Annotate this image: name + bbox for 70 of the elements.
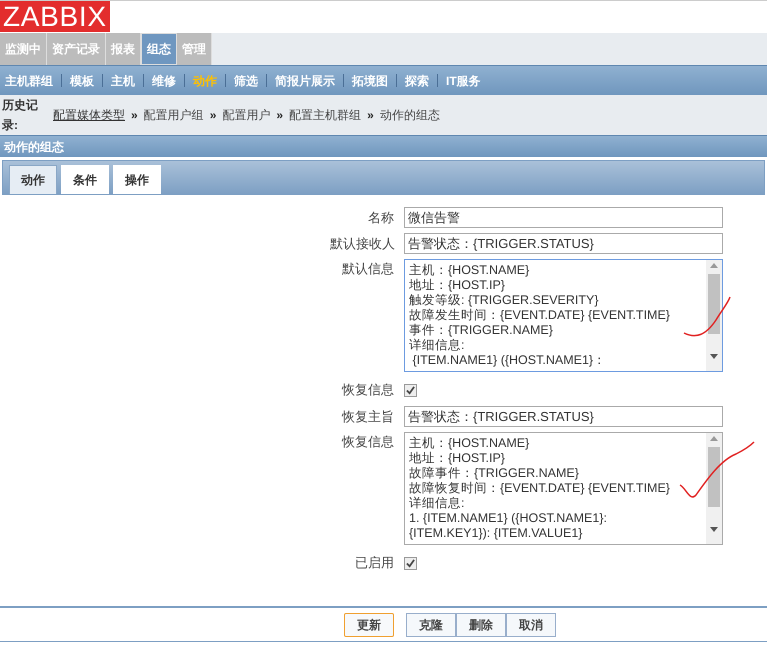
tab[interactable]: 操作 <box>113 165 161 194</box>
main-menu-tab[interactable]: 资产记录 <box>47 33 106 65</box>
breadcrumb-separator: » <box>276 107 284 124</box>
field-label: 已启用 <box>354 554 394 572</box>
text-area-line: 主机：{HOST.NAME} <box>409 436 530 451</box>
action-button[interactable]: 删除 <box>456 612 506 636</box>
main-menu-tab[interactable]: 监测中 <box>0 33 47 65</box>
breadcrumb-item: 配置主机群组 <box>289 107 362 124</box>
history-label: 历史记录: <box>2 97 39 134</box>
text-area-line: {ITEM.KEY1}): {ITEM.VALUE1} <box>409 526 584 541</box>
text-area-line: 事件：{TRIGGER.NAME} <box>409 323 554 338</box>
main-menu-tab[interactable]: 报表 <box>106 33 141 65</box>
text-area-line: 主机：{HOST.NAME} <box>409 263 530 278</box>
breadcrumb-link[interactable]: 配置媒体类型 <box>53 106 125 124</box>
breadcrumb-separator: » <box>210 107 216 124</box>
field-label: 默认接收人 <box>330 234 394 253</box>
text-area-line: 触发等级: {TRIGGER.SEVERITY} <box>409 293 600 308</box>
field-label: 恢复信息 <box>340 433 394 451</box>
sub-menu-link[interactable]: IT服务 <box>446 72 481 90</box>
sub-menu-link[interactable]: 探索 <box>405 72 429 90</box>
section-title: 动作的组态 <box>4 138 64 156</box>
text-area-line: 1. {ITEM.NAME1} ({HOST.NAME1}: <box>409 511 608 526</box>
breadcrumb-separator: » <box>367 107 374 124</box>
logo: ZABBIX <box>0 1 110 32</box>
text-area-line: 详细信息: <box>409 338 466 353</box>
sub-menu-link[interactable]: 主机群组 <box>5 72 53 90</box>
sub-menu-link[interactable]: 拓境图 <box>352 72 388 90</box>
text-area-line: {ITEM.NAME1} ({HOST.NAME1}： <box>411 353 608 368</box>
sub-menu-link[interactable]: 主机 <box>111 72 135 90</box>
scrollbar-thumb[interactable] <box>708 274 720 334</box>
field-label: 默认信息 <box>341 260 394 278</box>
tab[interactable]: 动作 <box>9 165 57 194</box>
text-area[interactable]: 主机：{HOST.NAME} 地址：{HOST.IP} 故障事件：{TRIGGER.NAME} 故障恢复时间：{EVENT.DATE} {EVENT.TIME} 详细信息: 1. {ITEM.NAME1} ({HOST.NAME1}: {ITEM.KEY1}): {ITEM.VALUE1} <box>404 432 723 545</box>
text-area-line: 故障事件：{TRIGGER.NAME} <box>409 466 580 481</box>
main-menu-tab[interactable]: 管理 <box>177 33 212 65</box>
breadcrumb-item: 配置用户 <box>222 107 270 124</box>
sub-menu-link[interactable]: 简报片展示 <box>275 72 335 90</box>
sub-menu-link[interactable]: 模板 <box>70 72 94 90</box>
text-area-line: 故障恢复时间：{EVENT.DATE} {EVENT.TIME} <box>409 481 671 496</box>
scroll-down-icon[interactable] <box>710 527 718 532</box>
sub-menu-link[interactable]: 筛选 <box>234 72 258 90</box>
breadcrumb-separator: » <box>131 107 138 124</box>
field-label: 恢复信息 <box>340 381 394 400</box>
text-area-line: 地址：{HOST.IP} <box>409 451 506 466</box>
scrollbar[interactable] <box>706 433 722 544</box>
sub-menu-link[interactable]: 维修 <box>152 72 176 90</box>
checkbox[interactable] <box>404 384 417 396</box>
primary-button[interactable]: 更新 <box>344 612 394 636</box>
text-field[interactable]: 微信告警 <box>404 207 723 228</box>
text-area-line: 地址：{HOST.IP} <box>409 278 506 293</box>
checkbox[interactable] <box>404 556 417 570</box>
field-label: 恢复主旨 <box>340 408 394 426</box>
breadcrumb-item: 配置用户组 <box>144 107 204 124</box>
field-label: 名称 <box>367 208 394 227</box>
scroll-down-icon[interactable] <box>710 354 718 359</box>
text-field[interactable]: 告警状态：{TRIGGER.STATUS} <box>404 406 723 427</box>
sub-menu-link[interactable]: 动作 <box>193 72 217 90</box>
text-area[interactable]: 主机：{HOST.NAME} 地址：{HOST.IP} 触发等级: {TRIGGER.SEVERITY} 故障发生时间：{EVENT.DATE} {EVENT.TIME} 事件：{TRIGGER.NAME} 详细信息: {ITEM.NAME1} ({HOST.NAME1}： <box>404 259 723 372</box>
scrollbar-thumb[interactable] <box>708 447 720 507</box>
scrollbar[interactable] <box>706 260 722 371</box>
action-button[interactable]: 取消 <box>506 612 556 636</box>
text-field[interactable]: 告警状态：{TRIGGER.STATUS} <box>404 233 723 254</box>
scroll-up-icon[interactable] <box>710 263 718 268</box>
scroll-up-icon[interactable] <box>710 436 718 441</box>
action-button[interactable]: 克隆 <box>406 612 456 636</box>
main-menu-tab[interactable]: 组态 <box>141 33 177 65</box>
text-area-line: 故障发生时间：{EVENT.DATE} {EVENT.TIME} <box>409 308 671 323</box>
breadcrumb-item: 动作的组态 <box>380 107 440 124</box>
tab[interactable]: 条件 <box>61 165 109 194</box>
text-area-line: 详细信息: <box>409 496 466 511</box>
